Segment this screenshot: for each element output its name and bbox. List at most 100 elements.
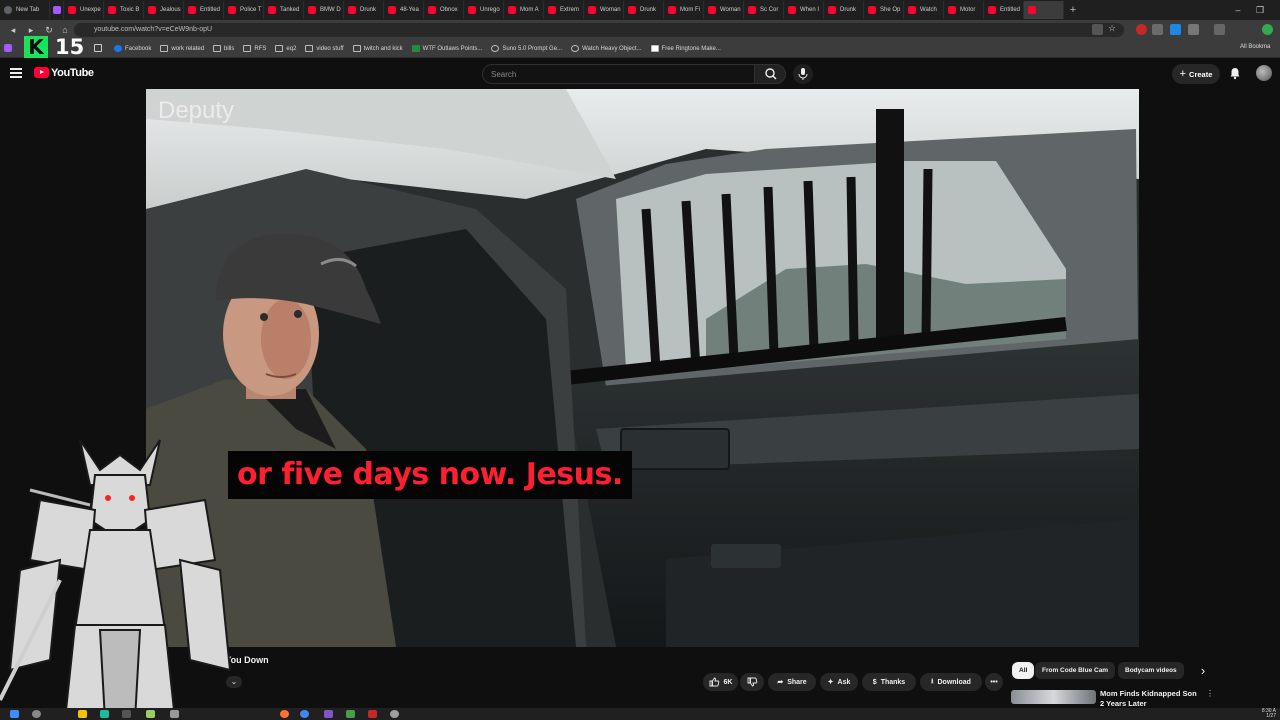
install-app-icon[interactable] — [1092, 24, 1103, 35]
chip-all[interactable]: All — [1012, 662, 1035, 679]
browser-tab[interactable]: Drunk — [824, 1, 864, 19]
bookmark-item[interactable]: work related — [160, 45, 204, 52]
windows-start-icon[interactable] — [10, 710, 19, 718]
chips-next-icon[interactable]: › — [1196, 662, 1210, 679]
bookmark-item[interactable]: Watch Heavy Object... — [571, 45, 642, 52]
search-icon[interactable] — [32, 710, 41, 718]
account-avatar[interactable] — [1256, 65, 1272, 81]
browser-tab[interactable]: Toxic B — [104, 1, 144, 19]
browser-tab[interactable]: Drunk — [344, 1, 384, 19]
browser-tab[interactable]: When I — [784, 1, 824, 19]
browser-tab[interactable]: Mom Fi — [664, 1, 704, 19]
browser-tab-label: Mom A — [520, 7, 539, 13]
youtube-wordmark[interactable]: YouTube — [51, 67, 94, 79]
browser-tab[interactable]: Police T — [224, 1, 264, 19]
video-player[interactable]: Deputy or five days now. Jesus. — [146, 89, 1139, 647]
new-tab-button[interactable]: + — [1064, 4, 1082, 16]
file-explorer-icon[interactable] — [78, 710, 87, 718]
browser-tab-label: When I — [800, 7, 820, 13]
notifications-bell-icon[interactable] — [1228, 66, 1242, 80]
browser-tab[interactable]: Unexpe — [64, 1, 104, 19]
apps-grid-icon[interactable] — [94, 44, 102, 52]
restore-button[interactable]: ❐ — [1248, 0, 1272, 20]
bookmark-star-icon[interactable]: ☆ — [1108, 23, 1119, 34]
taskbar-app-icon[interactable] — [170, 710, 179, 718]
ask-label: Ask — [837, 678, 851, 686]
share-icon: ➦ — [777, 679, 784, 686]
bookmark-item[interactable]: Facebook — [114, 45, 151, 52]
menu-icon[interactable] — [10, 68, 22, 78]
like-button[interactable]: 6K — [703, 673, 738, 691]
chrome-icon[interactable] — [300, 710, 309, 718]
extension-icon[interactable] — [1152, 24, 1163, 35]
taskbar-app-icon[interactable] — [324, 710, 333, 718]
browser-tab[interactable]: Entitled — [184, 1, 224, 19]
bookmark-item[interactable]: twitch and kick — [352, 45, 403, 52]
youtube-logo-icon[interactable] — [34, 67, 49, 78]
reload-icon[interactable]: ↻ — [42, 23, 56, 37]
taskbar-app-icon[interactable] — [100, 710, 109, 718]
browser-tab[interactable]: Tanked — [264, 1, 304, 19]
url-field[interactable]: youtube.com/watch?v=eCeW9nb-opU — [74, 23, 1124, 37]
microphone-icon — [798, 68, 808, 80]
minimize-button[interactable]: – — [1226, 0, 1250, 20]
browser-tab[interactable]: Watch — [904, 1, 944, 19]
download-button[interactable]: ⭳ Download — [920, 673, 982, 691]
system-clock[interactable]: 8:30 A 1/27 — [1262, 709, 1276, 719]
recommendation-title[interactable]: Mom Finds Kidnapped Son 2 Years Later — [1100, 689, 1200, 709]
browser-tab[interactable]: Motor — [944, 1, 984, 19]
bookmark-item[interactable]: bills — [213, 45, 234, 52]
all-bookmarks[interactable]: All Bookma — [1240, 44, 1270, 50]
browser-tab[interactable]: She Op — [864, 1, 904, 19]
thanks-button[interactable]: $ Thanks — [862, 673, 916, 691]
extension-icon[interactable] — [1170, 24, 1181, 35]
more-actions-button[interactable]: ••• — [985, 673, 1003, 691]
voice-search-button[interactable] — [793, 64, 813, 84]
browser-tab[interactable] — [1024, 1, 1064, 19]
recommendation-thumbnail[interactable] — [1011, 690, 1096, 704]
chip-from-code-blue-cam[interactable]: From Code Blue Cam — [1035, 662, 1116, 679]
taskbar-app-icon[interactable] — [122, 710, 131, 718]
browser-tab[interactable]: Drunk — [624, 1, 664, 19]
kebab-menu-icon[interactable]: ⋮ — [1206, 689, 1214, 699]
windows-taskbar: 8:30 A 1/27 — [0, 708, 1280, 720]
bookmark-item[interactable]: video stuff — [305, 45, 344, 52]
browser-tab[interactable]: Mom A — [504, 1, 544, 19]
extensions-puzzle-icon[interactable] — [1188, 24, 1199, 35]
browser-tab[interactable]: Extrem — [544, 1, 584, 19]
browser-tab[interactable]: Unrego — [464, 1, 504, 19]
search-button[interactable] — [754, 64, 786, 84]
ask-button[interactable]: ✦ Ask — [820, 673, 858, 691]
firefox-icon[interactable] — [280, 710, 289, 718]
bookmark-item[interactable]: Free Ringtone Make... — [650, 45, 721, 52]
search-input[interactable] — [482, 64, 754, 84]
share-button[interactable]: ➦ Share — [768, 673, 816, 691]
browser-tab[interactable]: Woman — [584, 1, 624, 19]
side-panel-icon[interactable] — [1214, 24, 1225, 35]
settings-gear-icon[interactable] — [390, 710, 399, 718]
bookmark-item[interactable]: WTF Outlaws Points... — [411, 45, 482, 52]
browser-tab[interactable]: Sc Cor — [744, 1, 784, 19]
bookmark-item[interactable]: RFS — [243, 45, 266, 52]
bookmark-app-icon[interactable] — [4, 44, 12, 52]
browser-tab[interactable]: Obnox — [424, 1, 464, 19]
video-watermark: Deputy — [158, 97, 235, 124]
extension-icon[interactable] — [1136, 24, 1147, 35]
browser-tab[interactable]: Entitled — [984, 1, 1024, 19]
browser-tab[interactable]: BMW D — [304, 1, 344, 19]
taskbar-app-icon[interactable] — [346, 710, 355, 718]
bookmark-item[interactable]: eq2 — [275, 45, 296, 52]
browser-tab[interactable]: Woman — [704, 1, 744, 19]
browser-tab[interactable] — [50, 1, 64, 19]
browser-tab[interactable]: Jealous — [144, 1, 184, 19]
dislike-button[interactable] — [740, 673, 764, 691]
browser-tab[interactable]: New Tab — [0, 1, 50, 19]
taskbar-app-icon[interactable] — [146, 710, 155, 718]
chip-bodycam-videos[interactable]: Bodycam videos — [1118, 662, 1184, 679]
bookmark-item[interactable]: Suno 5.0 Prompt Ge... — [491, 45, 562, 52]
taskbar-app-icon[interactable] — [368, 710, 377, 718]
profile-avatar[interactable] — [1262, 24, 1273, 35]
back-icon[interactable]: ◂ — [6, 23, 20, 37]
browser-tab[interactable]: 48-Yea — [384, 1, 424, 19]
create-button[interactable]: + Create — [1172, 64, 1220, 84]
